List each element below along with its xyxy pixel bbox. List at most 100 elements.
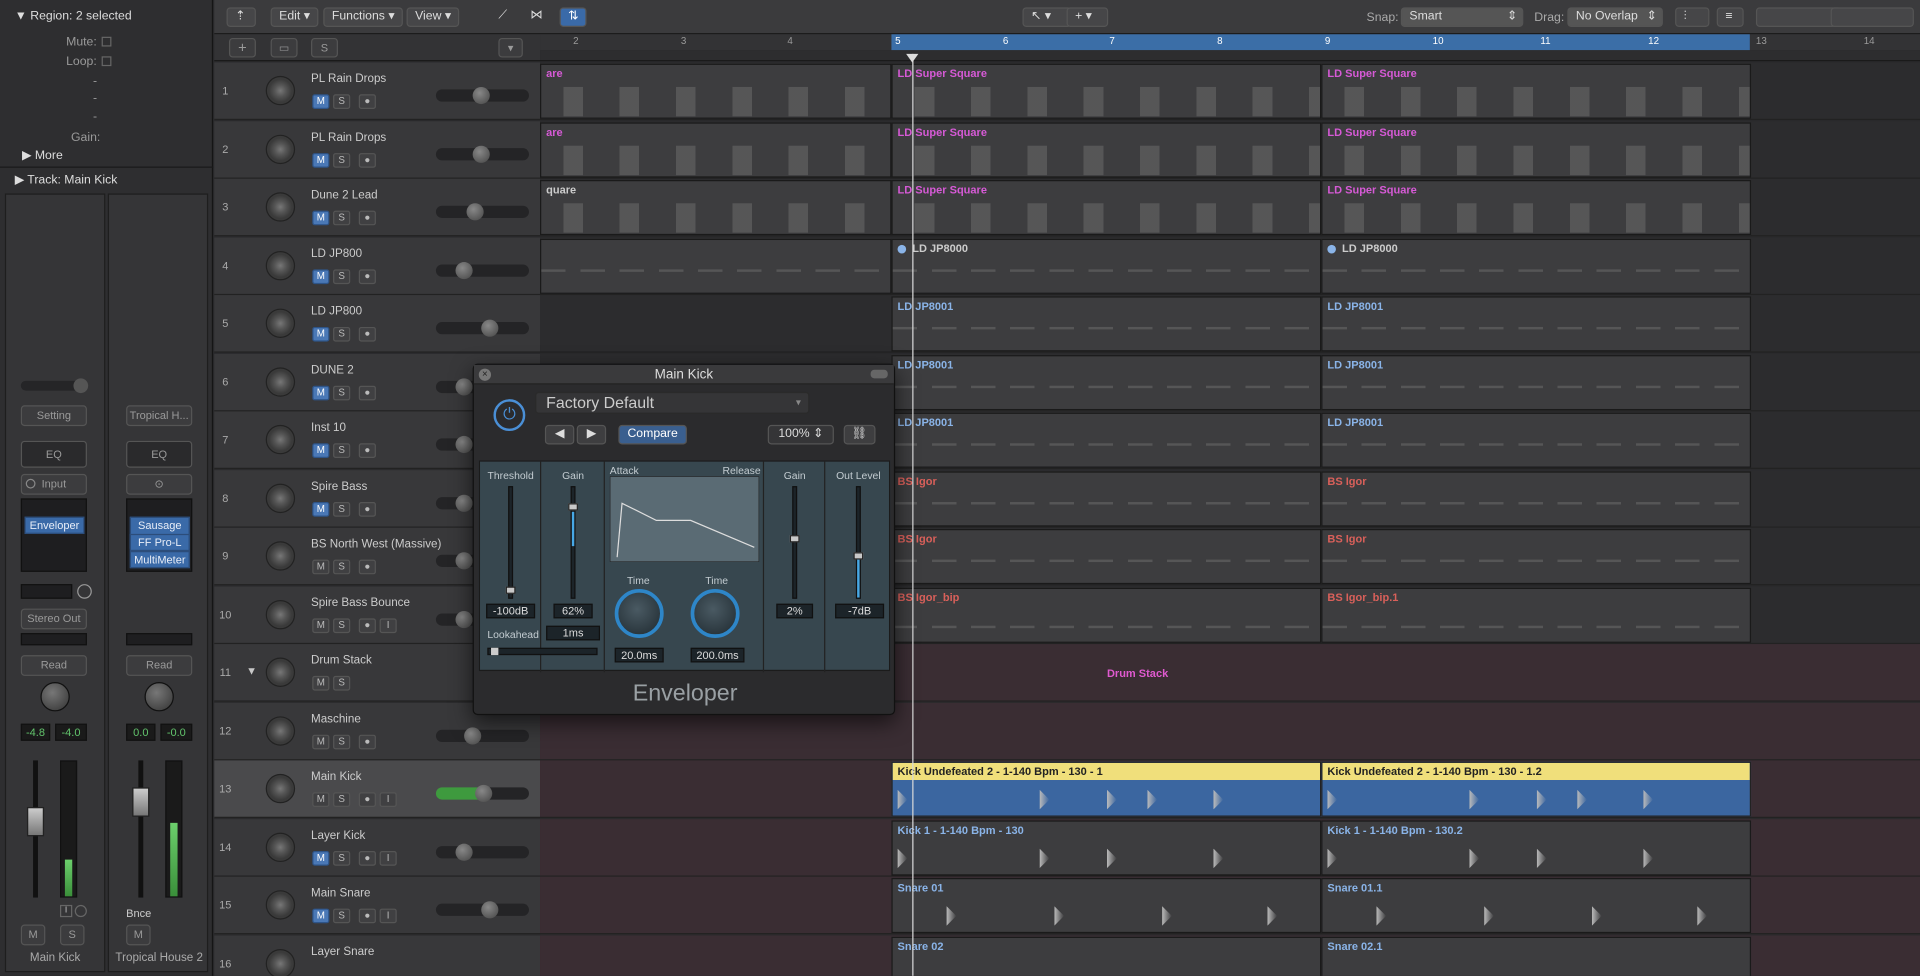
track-header[interactable]: 3 Dune 2 Lead M S ●	[214, 178, 541, 237]
send-slot[interactable]	[20, 584, 73, 599]
solo-button[interactable]: S	[333, 94, 351, 109]
automation-mode-button[interactable]: Read	[126, 655, 193, 676]
solo-button[interactable]: S	[60, 924, 85, 946]
record-button[interactable]: ●	[358, 385, 376, 401]
input-monitor-button[interactable]: I	[379, 851, 397, 866]
mute-button[interactable]: M	[126, 924, 151, 946]
solo-button[interactable]: S	[333, 559, 351, 575]
input-monitor-button[interactable]: I	[60, 904, 73, 918]
solo-button[interactable]: S	[333, 153, 351, 168]
record-button[interactable]: ●	[358, 559, 376, 575]
mute-button[interactable]: M	[312, 734, 330, 750]
cycle-region[interactable]	[891, 34, 1750, 51]
vertical-zoom-slider[interactable]	[1755, 7, 1842, 27]
midi-region[interactable]: quare	[540, 180, 892, 236]
midi-region[interactable]: are	[540, 63, 892, 119]
audio-region[interactable]: BS Igor_bip	[891, 587, 1322, 643]
group-slot[interactable]	[20, 633, 87, 646]
threshold-slider[interactable]	[508, 486, 514, 599]
volume-slider[interactable]	[435, 262, 529, 280]
record-button[interactable]: ●	[358, 269, 376, 285]
slider-knob[interactable]	[455, 611, 473, 629]
volume-slider[interactable]	[435, 319, 529, 337]
solo-button[interactable]: S	[333, 269, 351, 285]
slider-knob[interactable]	[472, 145, 490, 163]
flex-icon[interactable]: ⋈	[523, 7, 550, 27]
volume-fader[interactable]	[26, 806, 45, 837]
waveform-zoom-button[interactable]: ⫶	[1675, 7, 1710, 27]
mute-button[interactable]: M	[312, 502, 330, 517]
audio-region[interactable]: Kick 1 - 1-140 Bpm - 130	[891, 820, 1322, 876]
solo-button[interactable]: S	[333, 326, 351, 342]
solo-button[interactable]: S	[333, 443, 351, 458]
mute-button[interactable]: M	[312, 618, 330, 634]
track-options-button[interactable]: ▾	[498, 37, 523, 58]
plugin-titlebar[interactable]: Main Kick	[473, 364, 894, 385]
midi-region[interactable]	[540, 238, 892, 294]
track-lane[interactable]: are LD Super Square LD Super Square	[540, 121, 1920, 179]
out-level-slider[interactable]	[855, 486, 861, 599]
record-button[interactable]: ●	[358, 618, 376, 634]
release-time-knob[interactable]	[690, 588, 740, 638]
slider-knob[interactable]	[475, 784, 493, 803]
volume-slider[interactable]	[435, 843, 529, 861]
vertical-fit-button[interactable]: ≡	[1716, 7, 1744, 27]
track-header[interactable]: 15 Main Snare M S ● I	[214, 876, 541, 935]
volume-fader[interactable]	[132, 787, 150, 817]
audio-region[interactable]: Snare 01	[891, 877, 1322, 934]
pointer-tool-menu[interactable]: ↖ ▾	[1022, 7, 1072, 27]
close-icon[interactable]: ×	[478, 368, 492, 381]
mute-button[interactable]: M	[312, 443, 330, 458]
midi-region[interactable]: BS Igor	[1321, 471, 1752, 527]
track-lane[interactable]: Kick 1 - 1-140 Bpm - 130 Kick 1 - 1-140 …	[540, 819, 1920, 877]
mute-button[interactable]: M	[312, 851, 330, 866]
setting-button[interactable]: Setting	[20, 405, 87, 427]
audio-region[interactable]: Kick 1 - 1-140 Bpm - 130.2	[1321, 820, 1752, 876]
track-header[interactable]: 16 Layer Snare	[214, 935, 541, 976]
output-button[interactable]: Stereo Out	[20, 608, 87, 630]
midi-region[interactable]: LD Super Square	[1321, 63, 1752, 119]
disclosure-down-icon[interactable]: ▼	[246, 665, 257, 677]
audio-region[interactable]: Snare 02.1	[1321, 936, 1752, 976]
input-monitor-button[interactable]: I	[379, 618, 397, 634]
attack-time-value[interactable]: 20.0ms	[614, 647, 664, 663]
solo-button[interactable]: S	[333, 851, 351, 866]
slider-knob[interactable]	[455, 435, 473, 454]
functions-menu[interactable]: Functions ▾	[323, 7, 404, 27]
link-button[interactable]: ⛓	[843, 424, 876, 445]
expand-icon[interactable]	[870, 369, 888, 379]
record-button[interactable]: ●	[358, 908, 376, 924]
lookahead-value[interactable]: 1ms	[546, 625, 601, 641]
threshold-handle[interactable]	[505, 586, 516, 594]
mute-button[interactable]: M	[312, 675, 330, 691]
eq-button[interactable]: EQ	[126, 440, 193, 468]
slider-knob[interactable]	[464, 727, 482, 745]
solo-button[interactable]: S	[333, 210, 351, 226]
pro-l-slot[interactable]: FF Pro-L	[129, 533, 190, 552]
mute-button[interactable]: M	[312, 153, 330, 168]
gain-handle[interactable]	[568, 503, 578, 511]
drag-select[interactable]: No Overlap ⇕	[1567, 7, 1663, 27]
midi-region[interactable]: LD JP8001	[1321, 412, 1752, 468]
release-gain-handle[interactable]	[789, 535, 800, 543]
region-inspector-header[interactable]: ▼ Region: 2 selected	[15, 10, 132, 23]
folder-button[interactable]: ▭	[270, 37, 298, 58]
midi-region[interactable]: LD JP8000	[891, 238, 1322, 294]
volume-slider[interactable]	[435, 901, 529, 919]
ruler[interactable]: 2 3 4 5 6 7 8 9 10 11 12 13 14	[540, 34, 1920, 51]
mute-button[interactable]: M	[312, 326, 330, 342]
midi-region[interactable]: LD JP8001	[1321, 355, 1752, 411]
record-enable-button[interactable]	[74, 904, 87, 918]
track-lane[interactable]: Snare 01 Snare 01.1	[540, 876, 1920, 935]
midi-region[interactable]: LD Super Square	[891, 180, 1322, 236]
track-lane[interactable]: are LD Super Square LD Super Square	[540, 62, 1920, 121]
up-arrow-button[interactable]: ⇡	[226, 7, 256, 27]
mute-button[interactable]: M	[312, 269, 330, 285]
catch-playhead-button[interactable]: ⇅	[559, 7, 587, 27]
mute-button[interactable]: M	[312, 559, 330, 575]
track-lane[interactable]: LD JP8001 LD JP8001	[540, 295, 1920, 353]
midi-region[interactable]: LD JP8001	[891, 412, 1322, 468]
track-header[interactable]: 1 PL Rain Drops M S ●	[214, 62, 541, 121]
slider-knob[interactable]	[481, 901, 499, 919]
slider-knob[interactable]	[455, 552, 473, 570]
